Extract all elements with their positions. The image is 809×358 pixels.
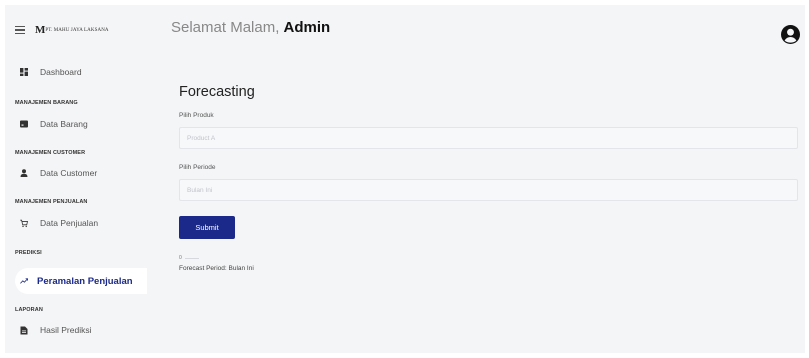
sidebar-item-data-penjualan[interactable]: Data Penjualan bbox=[20, 216, 98, 230]
sidebar-item-label: Data Barang bbox=[40, 119, 88, 129]
greeting-user: Admin bbox=[283, 19, 331, 36]
forecast-chart: 0 bbox=[179, 255, 199, 261]
product-select-value: Product A bbox=[187, 134, 216, 142]
greeting-prefix: Selamat Malam, bbox=[171, 19, 284, 36]
section-title-laporan: LAPORAN bbox=[15, 307, 43, 313]
dashboard-icon bbox=[20, 68, 28, 76]
sidebar-item-label: Data Penjualan bbox=[40, 218, 99, 228]
section-title-manajemen-penjualan: MANAJEMEN PENJUALAN bbox=[15, 199, 88, 205]
section-title-manajemen-barang: MANAJEMEN BARANG bbox=[15, 100, 78, 106]
page-title: Forecasting bbox=[179, 84, 255, 100]
forecast-result-text: Forecast Period: Bulan Ini bbox=[179, 265, 254, 272]
product-select[interactable]: Product A bbox=[179, 127, 798, 149]
user-icon bbox=[20, 169, 28, 177]
sidebar-item-data-barang[interactable]: Data Barang bbox=[20, 117, 88, 131]
brand: M PT. MAHU JAYA LAKSANA bbox=[15, 22, 109, 38]
company-logo: M PT. MAHU JAYA LAKSANA bbox=[35, 24, 109, 36]
sidebar-item-label: Hasil Prediksi bbox=[40, 325, 92, 335]
sidebar: M PT. MAHU JAYA LAKSANA Dashboard MANAJE… bbox=[5, 5, 147, 353]
sidebar-item-hasil-prediksi[interactable]: Hasil Prediksi bbox=[20, 323, 92, 337]
period-select-value: Bulan Ini bbox=[187, 186, 213, 194]
user-avatar-icon[interactable] bbox=[781, 25, 800, 44]
sidebar-item-label: Dashboard bbox=[40, 67, 82, 77]
chart-line bbox=[184, 257, 199, 259]
document-icon bbox=[20, 326, 28, 334]
submit-button[interactable]: Submit bbox=[179, 216, 235, 239]
chart-tick-label: 0 bbox=[179, 255, 182, 261]
sidebar-item-label: Data Customer bbox=[40, 168, 98, 178]
section-title-prediksi: PREDIKSI bbox=[15, 250, 42, 256]
product-label: Pilih Produk bbox=[179, 112, 214, 119]
trending-up-icon bbox=[20, 277, 28, 285]
sidebar-item-peramalan-penjualan[interactable]: Peramalan Penjualan bbox=[20, 274, 133, 288]
section-title-manajemen-customer: MANAJEMEN CUSTOMER bbox=[15, 150, 86, 156]
greeting: Selamat Malam, Admin bbox=[171, 19, 330, 36]
app-window: M PT. MAHU JAYA LAKSANA Dashboard MANAJE… bbox=[5, 5, 805, 353]
cart-icon bbox=[20, 219, 28, 227]
period-label: Pilih Periode bbox=[179, 164, 216, 171]
logo-mark: M bbox=[35, 24, 45, 36]
box-icon bbox=[20, 120, 28, 128]
period-select[interactable]: Bulan Ini bbox=[179, 179, 798, 201]
hamburger-menu-icon[interactable] bbox=[15, 26, 25, 34]
sidebar-item-label: Peramalan Penjualan bbox=[37, 275, 133, 287]
sidebar-item-data-customer[interactable]: Data Customer bbox=[20, 166, 97, 180]
company-name: PT. MAHU JAYA LAKSANA bbox=[45, 27, 109, 33]
sidebar-item-dashboard[interactable]: Dashboard bbox=[20, 65, 82, 79]
